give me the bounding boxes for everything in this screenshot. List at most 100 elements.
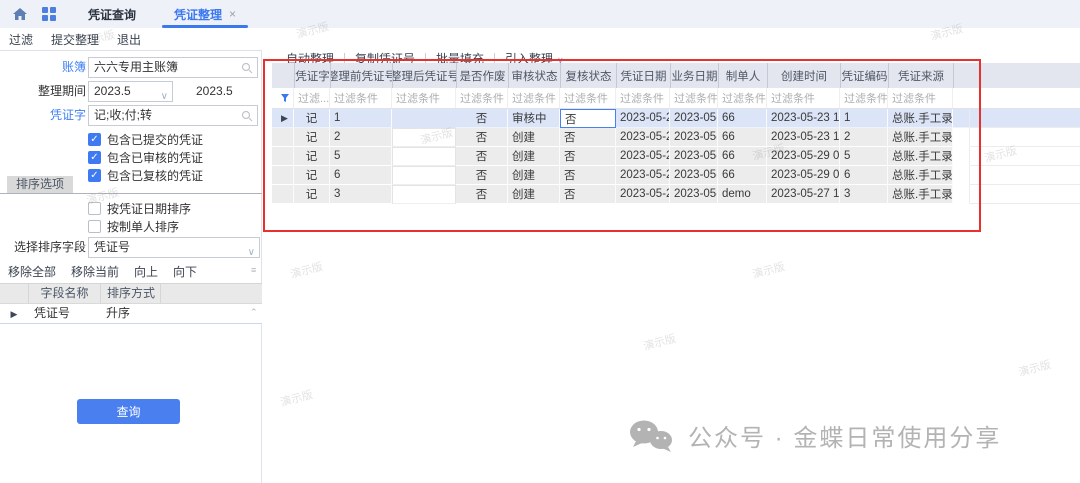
sort-checkbox[interactable]: 按凭证日期排序 — [88, 201, 191, 216]
checkbox-unchecked-icon[interactable] — [88, 202, 101, 215]
cell-是否作废[interactable]: 否 — [456, 147, 508, 166]
cell-创建时间[interactable]: 2023-05-27 15:2 — [767, 185, 840, 204]
filter-cell[interactable]: 过滤条件 — [888, 88, 953, 108]
cell-凭证编码[interactable]: 5 — [840, 147, 888, 166]
ledger-input[interactable]: 六六专用主账簿 — [88, 57, 258, 78]
scroll-hint-icon[interactable]: ≡ — [251, 265, 256, 275]
column-header-制单人[interactable]: 制单人 — [718, 63, 767, 88]
cell-业务日期[interactable]: 2023-05-29 — [670, 147, 718, 166]
cell-创建时间[interactable]: 2023-05-23 15:5 — [767, 109, 840, 128]
cell-凭证来源[interactable]: 总账.手工录入 — [888, 109, 953, 128]
cell-凭证日期[interactable]: 2023-05-23 — [616, 128, 670, 147]
filter-cell[interactable]: 过滤条件 — [330, 88, 392, 108]
cell-业务日期[interactable]: 2023-05-23 — [670, 109, 718, 128]
cell-整理前凭证号[interactable]: 1 — [330, 109, 392, 128]
scroll-up-icon[interactable]: ⌃ — [250, 307, 258, 318]
cell-凭证字[interactable]: 记 — [294, 147, 330, 166]
cell-复核状态[interactable]: 否 — [560, 109, 616, 128]
cell-复核状态[interactable]: 否 — [560, 166, 616, 185]
cell-整理后凭证号[interactable] — [392, 147, 456, 166]
filter-cell[interactable]: 过滤条件 — [670, 88, 718, 108]
cell-凭证字[interactable]: 记 — [294, 109, 330, 128]
tab-close-icon[interactable]: × — [229, 7, 236, 21]
table-row[interactable]: 记6否创建否2023-05-292023-05-29662023-05-29 0… — [272, 166, 1080, 185]
cell-凭证字[interactable]: 记 — [294, 166, 330, 185]
cell-业务日期[interactable]: 2023-05-29 — [670, 166, 718, 185]
column-header-复核状态[interactable]: 复核状态 — [560, 63, 616, 88]
search-icon[interactable] — [241, 110, 253, 122]
cell-整理后凭证号[interactable] — [392, 166, 456, 185]
cell-凭证编码[interactable]: 3 — [840, 185, 888, 204]
cell-创建时间[interactable]: 2023-05-29 09:5 — [767, 147, 840, 166]
table-row[interactable]: 记5否创建否2023-05-292023-05-29662023-05-29 0… — [272, 147, 1080, 166]
column-header-凭证编码[interactable]: 凭证编码 — [840, 63, 888, 88]
cell-整理后凭证号[interactable] — [392, 109, 456, 128]
cell-凭证来源[interactable]: 总账.手工录入 — [888, 185, 953, 204]
sort-order-cell[interactable]: 升序 — [100, 304, 160, 323]
voucher-word-input[interactable]: 记;收;付;转 — [88, 105, 258, 126]
cell-凭证来源[interactable]: 总账.手工录入 — [888, 166, 953, 185]
cell-凭证编码[interactable]: 2 — [840, 128, 888, 147]
cell-业务日期[interactable]: 2023-05-23 — [670, 128, 718, 147]
sort-toolbar-向上[interactable]: 向上 — [134, 263, 158, 280]
sort-checkbox[interactable]: 按制单人排序 — [88, 219, 179, 234]
cell-凭证编码[interactable]: 6 — [840, 166, 888, 185]
filter-funnel-icon[interactable] — [280, 93, 290, 103]
cell-制单人[interactable]: demo — [718, 185, 767, 204]
checkbox-checked-icon[interactable]: ✓ — [88, 151, 101, 164]
filter-cell[interactable]: 过滤条件 — [840, 88, 888, 108]
cell-整理前凭证号[interactable]: 2 — [330, 128, 392, 147]
cell-审核状态[interactable]: 审核中 — [508, 109, 560, 128]
menu-item-过滤[interactable]: 过滤 — [0, 31, 42, 48]
table-row[interactable]: 记3否创建否2023-05-232023-05-23demo2023-05-27… — [272, 185, 1080, 204]
cell-复核状态[interactable]: 否 — [560, 185, 616, 204]
sort-field-select[interactable]: 凭证号 ∨ — [88, 237, 260, 258]
filter-cell[interactable]: 过滤条件 — [560, 88, 616, 108]
cell-制单人[interactable]: 66 — [718, 109, 767, 128]
cell-凭证编码[interactable]: 1 — [840, 109, 888, 128]
column-header-审核状态[interactable]: 审核状态 — [508, 63, 560, 88]
cell-是否作废[interactable]: 否 — [456, 185, 508, 204]
filter-cell[interactable]: 过滤条件 — [508, 88, 560, 108]
sort-field-row[interactable]: ▶ 凭证号 升序 — [0, 304, 262, 324]
filter-cell[interactable]: 过滤条件 — [456, 88, 508, 108]
cell-制单人[interactable]: 66 — [718, 147, 767, 166]
checkbox-unchecked-icon[interactable] — [88, 220, 101, 233]
cell-业务日期[interactable]: 2023-05-23 — [670, 185, 718, 204]
filter-cell[interactable]: 过滤条件 — [767, 88, 840, 108]
cell-是否作废[interactable]: 否 — [456, 128, 508, 147]
search-icon[interactable] — [241, 62, 253, 74]
cell-凭证日期[interactable]: 2023-05-23 — [616, 185, 670, 204]
tab-voucher-query[interactable]: 凭证查询 — [74, 0, 150, 28]
cell-整理前凭证号[interactable]: 3 — [330, 185, 392, 204]
filter-cell[interactable]: 过滤条件 — [392, 88, 456, 108]
sort-toolbar-移除全部[interactable]: 移除全部 — [8, 263, 56, 280]
cell-复核状态[interactable]: 否 — [560, 147, 616, 166]
cell-凭证来源[interactable]: 总账.手工录入 — [888, 147, 953, 166]
cell-凭证字[interactable]: 记 — [294, 128, 330, 147]
column-header-业务日期[interactable]: 业务日期 — [670, 63, 718, 88]
sort-toolbar-向下[interactable]: 向下 — [173, 263, 197, 280]
cell-制单人[interactable]: 66 — [718, 166, 767, 185]
column-header-创建时间[interactable]: 创建时间 — [767, 63, 840, 88]
cell-凭证字[interactable]: 记 — [294, 185, 330, 204]
column-header-凭证来源[interactable]: 凭证来源 — [888, 63, 953, 88]
tab-voucher-organize[interactable]: 凭证整理 × — [160, 0, 250, 28]
include-checkbox[interactable]: ✓包含已复核的凭证 — [88, 168, 203, 183]
column-header-凭证日期[interactable]: 凭证日期 — [616, 63, 670, 88]
period-select[interactable]: 2023.5 ∨ — [88, 81, 173, 102]
cell-整理后凭证号[interactable] — [392, 185, 456, 204]
cell-凭证日期[interactable]: 2023-05-29 — [616, 166, 670, 185]
cell-整理前凭证号[interactable]: 5 — [330, 147, 392, 166]
cell-复核状态[interactable]: 否 — [560, 128, 616, 147]
filter-cell[interactable]: 过滤条件 — [616, 88, 670, 108]
cell-是否作废[interactable]: 否 — [456, 166, 508, 185]
col-field-name[interactable]: 字段名称 — [28, 284, 100, 303]
cell-凭证来源[interactable]: 总账.手工录入 — [888, 128, 953, 147]
cell-整理前凭证号[interactable]: 6 — [330, 166, 392, 185]
cell-凭证日期[interactable]: 2023-05-23 — [616, 109, 670, 128]
cell-整理后凭证号[interactable] — [392, 128, 456, 147]
apps-grid-icon[interactable] — [42, 7, 56, 21]
cell-创建时间[interactable]: 2023-05-29 09:5 — [767, 166, 840, 185]
menu-item-退出[interactable]: 退出 — [108, 31, 150, 48]
